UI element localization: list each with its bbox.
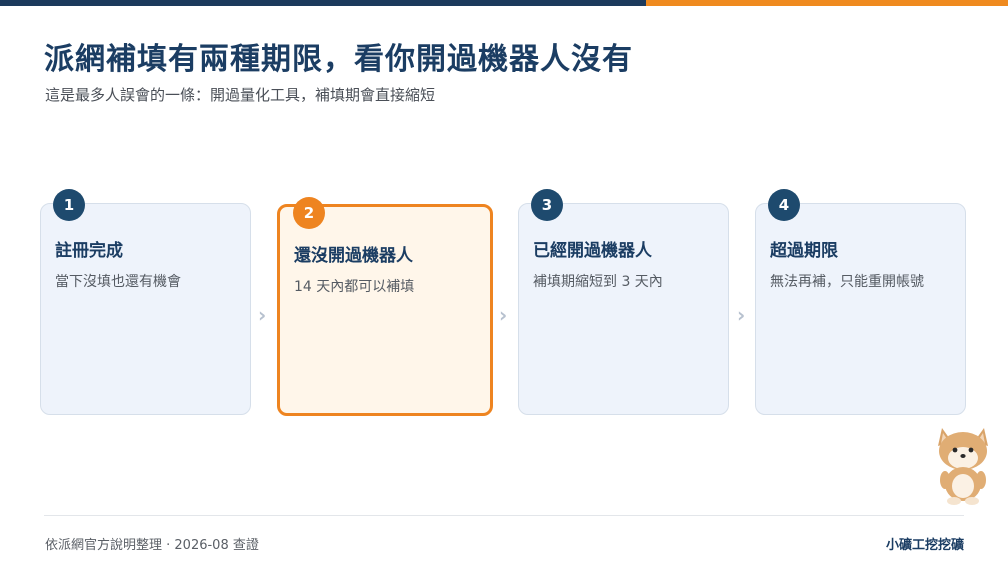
step-title: 還沒開過機器人: [294, 246, 413, 266]
chevron-right-icon: ›: [737, 303, 746, 327]
step-card-3: 3 已經開過機器人 補填期縮短到 3 天內: [518, 189, 729, 415]
step-number-badge: 1: [53, 189, 85, 221]
footer-source-note: 依派網官方說明整理 · 2026-08 查證: [45, 538, 259, 553]
chevron-right-icon: ›: [499, 303, 508, 327]
step-card-4: 4 超過期限 無法再補，只能重開帳號: [755, 189, 966, 415]
chevron-right-icon: ›: [258, 303, 267, 327]
step-card-1: 1 註冊完成 當下沒填也還有機會: [40, 189, 251, 415]
page-title: 派網補填有兩種期限，看你開過機器人沒有: [44, 42, 633, 77]
top-accent-bar-navy: [0, 0, 646, 6]
top-accent-bar-orange: [646, 0, 1008, 6]
step-description: 14 天內都可以補填: [294, 279, 415, 295]
step-description: 無法再補，只能重開帳號: [770, 274, 924, 290]
shiba-mascot-icon: [938, 428, 988, 505]
page-subtitle: 這是最多人誤會的一條：開過量化工具，補填期會直接縮短: [45, 86, 436, 104]
step-description: 當下沒填也還有機會: [55, 274, 181, 290]
step-number-badge: 3: [531, 189, 563, 221]
step-number-badge: 4: [768, 189, 800, 221]
step-card-2-highlighted: 2 還沒開過機器人 14 天內都可以補填: [277, 197, 493, 416]
step-title: 已經開過機器人: [533, 241, 652, 261]
step-title: 超過期限: [770, 241, 838, 261]
step-number-badge: 2: [293, 197, 325, 229]
step-description: 補填期縮短到 3 天內: [533, 274, 663, 290]
footer-divider: [44, 515, 964, 516]
step-title: 註冊完成: [55, 241, 123, 261]
brand-name: 小礦工挖挖礦: [885, 538, 964, 553]
